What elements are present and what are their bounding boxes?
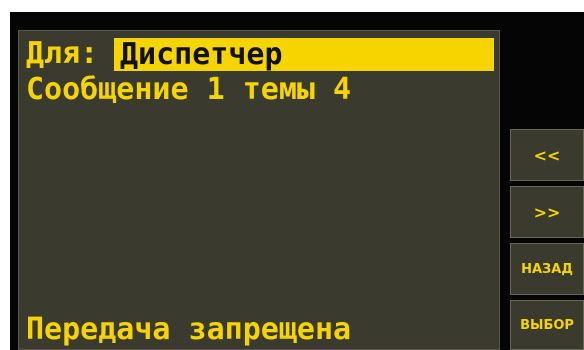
message-subject: Сообщение 1 темы 4 <box>26 72 352 107</box>
transmission-status: Передача запрещена <box>26 312 352 347</box>
select-button[interactable]: ВЫБОР <box>510 300 584 350</box>
message-panel: Для: Диспетчер Сообщение 1 темы 4 Переда… <box>18 30 500 350</box>
next-button[interactable]: >> <box>510 186 584 238</box>
back-button[interactable]: НАЗАД <box>510 243 584 295</box>
recipient-label: Для: <box>26 36 99 71</box>
recipient-field[interactable]: Диспетчер <box>114 38 494 71</box>
previous-button[interactable]: << <box>510 129 584 181</box>
device-screen: Для: Диспетчер Сообщение 1 темы 4 Переда… <box>0 0 584 350</box>
recipient-row: Для: Диспетчер <box>26 37 496 71</box>
